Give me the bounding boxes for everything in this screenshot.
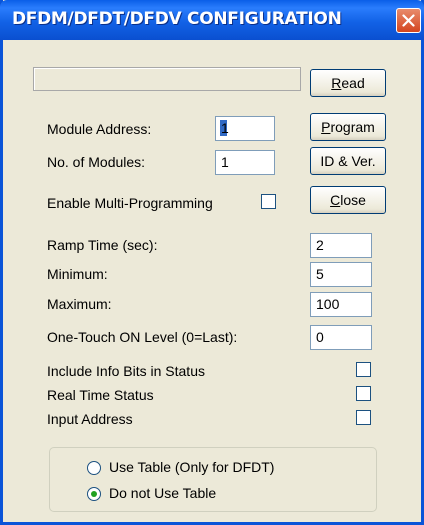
input-address-label: Input Address [47,411,133,427]
one-touch-input[interactable]: 0 [310,325,372,350]
enable-multi-checkbox[interactable] [261,194,276,209]
module-address-input[interactable]: 1 [215,116,275,141]
minimum-input[interactable]: 5 [310,262,372,287]
one-touch-label: One-Touch ON Level (0=Last): [47,329,238,345]
enable-multi-label: Enable Multi-Programming [47,195,213,211]
id-ver-label: ID & Ver. [320,153,376,169]
maximum-label: Maximum: [47,296,112,312]
close-button[interactable]: Close [310,186,386,214]
read-accel: R [331,75,342,91]
input-address-checkbox[interactable] [356,410,371,425]
id-ver-button[interactable]: ID & Ver. [310,147,386,175]
num-modules-input[interactable]: 1 [215,150,275,175]
read-label: ead [341,75,365,91]
num-modules-label: No. of Modules: [47,154,146,170]
window-title: DFDM/DFDT/DFDV CONFIGURATION [12,9,342,29]
include-info-checkbox[interactable] [356,362,371,377]
minimum-value: 5 [316,266,324,282]
ramp-time-label: Ramp Time (sec): [47,237,158,253]
ramp-time-input[interactable]: 2 [310,233,372,258]
configuration-dialog: DFDM/DFDT/DFDV CONFIGURATION Read Progra… [0,0,424,525]
use-table-label[interactable]: Use Table (Only for DFDT) [109,459,274,475]
real-time-label: Real Time Status [47,387,154,403]
minimum-label: Minimum: [47,266,108,282]
module-address-label: Module Address: [47,121,152,137]
maximum-value: 100 [316,296,340,312]
no-table-radio[interactable] [87,487,101,501]
use-table-radio[interactable] [87,461,101,475]
table-option-group: Use Table (Only for DFDT) Do not Use Tab… [49,447,377,512]
status-display [33,67,301,91]
title-bar[interactable]: DFDM/DFDT/DFDV CONFIGURATION [0,0,424,40]
real-time-checkbox[interactable] [356,386,371,401]
radio-selected-dot [91,491,97,497]
ramp-time-value: 2 [316,237,324,253]
read-button[interactable]: Read [310,69,386,97]
program-button[interactable]: Program [310,113,386,141]
one-touch-value: 0 [316,329,324,345]
window-close-button[interactable] [396,8,421,33]
program-label: rogram [330,119,375,135]
close-accel: C [330,192,341,208]
maximum-input[interactable]: 100 [310,292,372,317]
close-x-icon [402,14,415,27]
num-modules-value: 1 [221,154,229,170]
close-label: lose [340,192,366,208]
no-table-label[interactable]: Do not Use Table [109,485,216,501]
module-address-value: 1 [221,120,229,136]
include-info-label: Include Info Bits in Status [47,363,205,379]
